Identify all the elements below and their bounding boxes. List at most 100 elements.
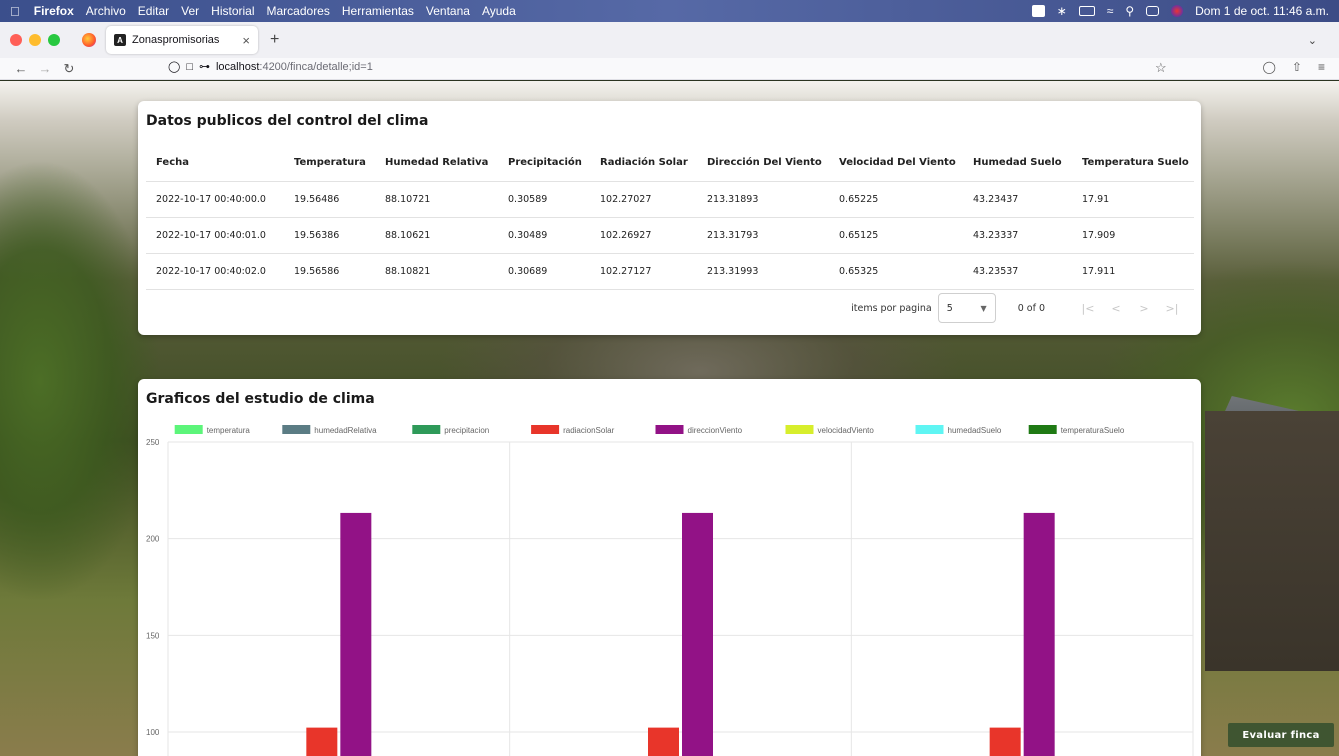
- cell-direccion-viento: 213.31793: [697, 217, 829, 254]
- cell-humedad-suelo: 43.23337: [963, 217, 1072, 254]
- firefox-view-icon[interactable]: [82, 33, 96, 47]
- new-tab-button[interactable]: +: [270, 31, 279, 49]
- menubar-clock[interactable]: Dom 1 de oct. 11:46 a.m.: [1195, 4, 1329, 18]
- cell-humedad-suelo: 43.23437: [963, 181, 1072, 218]
- last-page-button[interactable]: >|: [1161, 302, 1183, 315]
- previous-page-button[interactable]: <: [1105, 302, 1127, 315]
- cell-radiacion-solar: 102.27127: [590, 253, 697, 290]
- cell-velocidad-viento: 0.65325: [829, 253, 963, 290]
- legend-label-temperaturaSuelo: temperaturaSuelo: [1061, 426, 1125, 435]
- cell-direccion-viento: 213.31893: [697, 181, 829, 218]
- browser-tab-bar: A Zonaspromisorias × + ⌄: [0, 22, 1339, 58]
- bluetooth-icon[interactable]: ∗: [1057, 4, 1067, 18]
- col-temperatura: Temperatura: [284, 145, 375, 182]
- cell-temperatura: 19.56486: [284, 181, 375, 218]
- first-page-button[interactable]: |<: [1077, 302, 1099, 315]
- forward-arrow-icon[interactable]: →: [34, 61, 56, 76]
- legend-swatch-humedadRelativa: [282, 425, 311, 434]
- weather-bar-chart: temperatura humedadRelativa precipitacion r…: [146, 425, 1194, 756]
- menu-ver[interactable]: Ver: [181, 4, 199, 18]
- control-center-icon[interactable]: [1146, 6, 1160, 16]
- table-row[interactable]: 2022-10-17 00:40:01.0 19.56386 88.10621 …: [146, 217, 1194, 254]
- menu-ayuda[interactable]: Ayuda: [482, 4, 516, 18]
- bookmark-star-icon[interactable]: ☆: [1155, 60, 1167, 76]
- spotlight-search-icon[interactable]: ⚲: [1125, 4, 1134, 18]
- paginator: items por pagina 5 ▼ 0 of 0 |< < > >|: [851, 293, 1183, 323]
- reload-icon[interactable]: ↻: [58, 61, 80, 77]
- cell-fecha: 2022-10-17 00:40:00.0: [146, 181, 284, 218]
- table-card-title: Datos publicos del control del clima: [146, 113, 429, 129]
- col-direccion-viento: Dirección Del Viento: [697, 145, 829, 182]
- legend-label-direccionViento: direccionViento: [688, 426, 743, 435]
- siri-icon[interactable]: [1171, 5, 1184, 17]
- menu-herramientas[interactable]: Herramientas: [342, 4, 414, 18]
- y-tick-label: 200: [146, 535, 160, 544]
- page-background: Datos publicos del control del clima Fec…: [0, 81, 1339, 756]
- next-page-button[interactable]: >: [1133, 302, 1155, 315]
- table-row[interactable]: 2022-10-17 00:40:02.0 19.56586 88.10821 …: [146, 253, 1194, 290]
- keyboard-icon[interactable]: [1078, 6, 1095, 16]
- menu-ventana[interactable]: Ventana: [426, 4, 470, 18]
- url-bar[interactable]: ◯ □ ⊶ localhost:4200/finca/detalle;id=1: [168, 60, 373, 74]
- back-arrow-icon[interactable]: ←: [10, 61, 32, 76]
- cell-velocidad-viento: 0.65225: [829, 181, 963, 218]
- close-tab-icon[interactable]: ×: [242, 33, 250, 48]
- table-header-row: Fecha Temperatura Humedad Relativa Preci…: [146, 145, 1194, 182]
- cell-precipitacion: 0.30489: [498, 217, 590, 254]
- legend-swatch-direccionViento: [655, 425, 684, 434]
- chart-card-title: Graficos del estudio de clima: [146, 391, 375, 407]
- cell-temperatura-suelo: 17.911: [1072, 253, 1194, 290]
- minimize-window-button[interactable]: [29, 34, 41, 46]
- close-window-button[interactable]: [10, 34, 22, 46]
- menu-historial[interactable]: Historial: [211, 4, 254, 18]
- menu-app-name[interactable]: Firefox: [34, 4, 74, 18]
- app-menu-icon[interactable]: ≡: [1318, 60, 1325, 74]
- wifi-icon[interactable]: ≈: [1107, 4, 1114, 18]
- evaluate-farm-button[interactable]: Evaluar finca: [1228, 723, 1334, 747]
- cell-radiacion-solar: 102.27027: [590, 181, 697, 218]
- shield-icon[interactable]: ◯: [168, 60, 180, 73]
- apple-icon[interactable]: : [10, 4, 20, 19]
- share-icon[interactable]: ⇧: [1292, 60, 1302, 74]
- legend-label-humedadRelativa: humedadRelativa: [314, 426, 377, 435]
- pocket-icon[interactable]: ◯: [1262, 60, 1275, 74]
- url-path: :4200/finca/detalle;id=1: [259, 60, 373, 73]
- cell-direccion-viento: 213.31993: [697, 253, 829, 290]
- cell-humedad-relativa: 88.10621: [375, 217, 498, 254]
- table-row[interactable]: 2022-10-17 00:40:00.0 19.56486 88.10721 …: [146, 181, 1194, 218]
- legend-swatch-humedadSuelo: [915, 425, 944, 434]
- cell-temperatura-suelo: 17.91: [1072, 181, 1194, 218]
- cell-radiacion-solar: 102.26927: [590, 217, 697, 254]
- y-tick-label: 100: [146, 728, 160, 737]
- legend-label-velocidadViento: velocidadViento: [818, 426, 875, 435]
- cell-humedad-relativa: 88.10821: [375, 253, 498, 290]
- col-humedad-relativa: Humedad Relativa: [375, 145, 498, 182]
- tab-title: Zonaspromisorias: [132, 34, 220, 46]
- bar-direccionViento: [682, 512, 713, 756]
- macos-menubar:  Firefox Archivo Editar Ver Historial M…: [0, 0, 1339, 22]
- items-per-page-label: items por pagina: [851, 302, 932, 314]
- legend-swatch-velocidadViento: [785, 425, 814, 434]
- menu-archivo[interactable]: Archivo: [86, 4, 126, 18]
- page-size-select[interactable]: 5 ▼: [937, 293, 996, 323]
- menu-marcadores[interactable]: Marcadores: [267, 4, 330, 18]
- dropdown-caret-icon: ▼: [980, 303, 987, 313]
- legend-label-radiacionSolar: radiacionSolar: [563, 426, 614, 435]
- bar-direccionViento: [340, 512, 372, 756]
- weather-chart-card: Graficos del estudio de clima temperatur…: [138, 379, 1201, 756]
- cell-humedad-suelo: 43.23537: [963, 253, 1072, 290]
- key-icon[interactable]: ⊶: [199, 60, 210, 73]
- status-app-icon[interactable]: [1031, 5, 1045, 17]
- browser-tab[interactable]: A Zonaspromisorias ×: [106, 26, 258, 54]
- page-icon[interactable]: □: [186, 61, 193, 73]
- legend-label-temperatura: temperatura: [207, 426, 251, 435]
- cell-temperatura-suelo: 17.909: [1072, 217, 1194, 254]
- background-house: [1205, 411, 1339, 671]
- menu-editar[interactable]: Editar: [138, 4, 169, 18]
- list-all-tabs-chevron-icon[interactable]: ⌄: [1308, 34, 1317, 47]
- zoom-window-button[interactable]: [48, 34, 60, 46]
- cell-fecha: 2022-10-17 00:40:02.0: [146, 253, 284, 290]
- col-fecha: Fecha: [146, 145, 284, 182]
- weather-data-card: Datos publicos del control del clima Fec…: [138, 101, 1201, 335]
- col-precipitacion: Precipitación: [498, 145, 590, 182]
